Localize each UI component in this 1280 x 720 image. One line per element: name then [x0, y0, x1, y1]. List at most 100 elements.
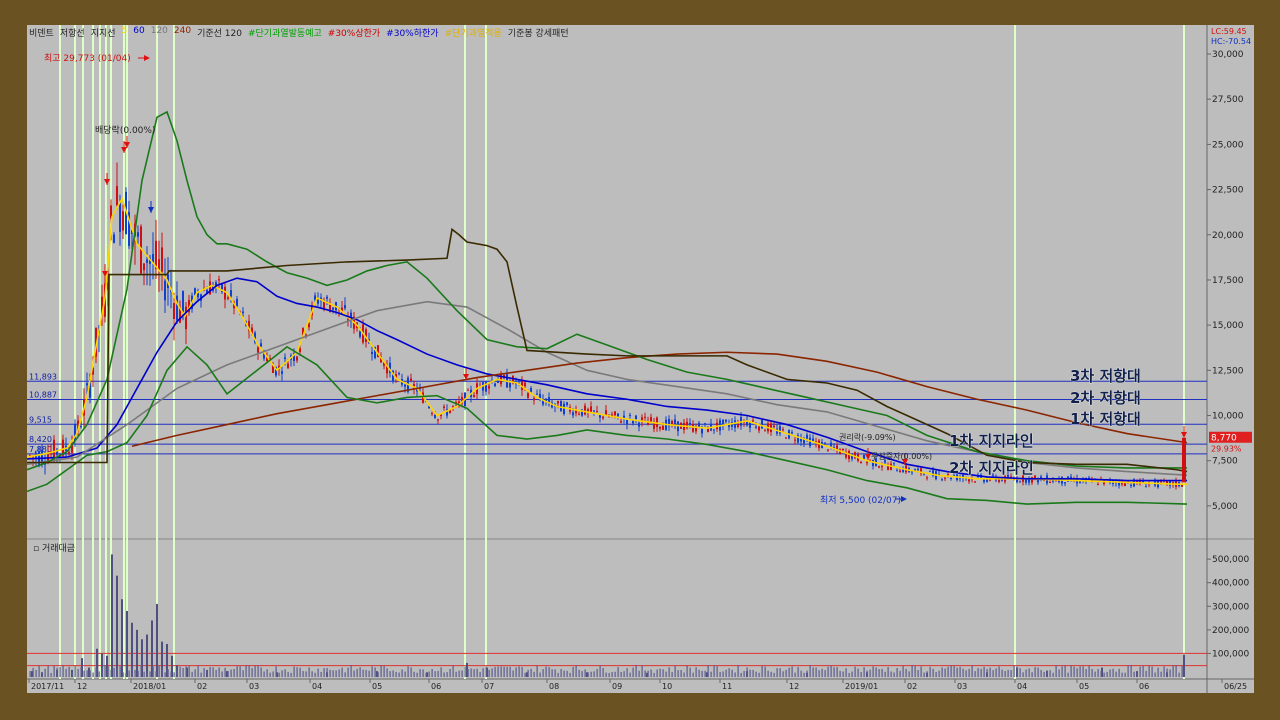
volume-bar-small — [923, 672, 925, 677]
volume-bar-small — [230, 669, 232, 677]
volume-bar-small — [791, 666, 793, 677]
legend-item-8[interactable]: #단기과열발동예고 — [248, 26, 322, 40]
y-tick-label-9: 7,500 — [1212, 457, 1238, 467]
candle-body — [830, 442, 832, 447]
candle-body — [536, 393, 538, 395]
candle-body — [260, 343, 262, 347]
volume-bar-small — [293, 666, 295, 677]
volume-bar-small — [479, 672, 481, 677]
volume-bar-small — [176, 670, 178, 677]
last-candle-body — [1182, 437, 1186, 483]
legend-item-7[interactable]: 기준선 120 — [197, 26, 242, 40]
candle-body — [620, 421, 622, 423]
volume-bar-small — [1145, 670, 1147, 677]
volume-bar-small — [41, 672, 43, 677]
candle-body — [950, 477, 952, 480]
volume-bar-small — [476, 668, 478, 677]
volume-bar-small — [1004, 671, 1006, 677]
volume-bar-small — [920, 666, 922, 677]
volume-bar-small — [521, 666, 523, 677]
volume-bar-small — [878, 669, 880, 677]
volume-bar-small — [716, 666, 718, 677]
legend-item-2[interactable]: 지지선 — [91, 26, 116, 40]
volume-bar-small — [881, 668, 883, 677]
volume-bar-small — [719, 671, 721, 677]
volume-bar-small — [662, 669, 664, 677]
candle-body — [893, 462, 895, 464]
legend-item-1[interactable]: 저항선 — [60, 26, 85, 40]
volume-bar-small — [653, 672, 655, 677]
volume-bar-small — [626, 668, 628, 677]
candle-body — [371, 351, 373, 355]
volume-bar-small — [911, 665, 913, 677]
volume-bar-18 — [156, 603, 158, 677]
volume-bar-11 — [121, 599, 123, 677]
candle-body — [176, 295, 178, 321]
volume-bar-small — [800, 670, 802, 677]
legend-item-4[interactable]: 60 — [133, 26, 144, 40]
y-tick-label-0: 30,000 — [1212, 50, 1244, 60]
volume-bar-small — [977, 668, 979, 677]
volume-bar-small — [551, 669, 553, 677]
volume-bar-small — [1013, 665, 1015, 677]
volume-bar-small — [812, 667, 814, 677]
volume-bar-small — [44, 668, 46, 677]
candle-body — [116, 186, 118, 206]
volume-bar-small — [488, 669, 490, 677]
volume-bar-small — [494, 666, 496, 677]
volume-bar-small — [1091, 668, 1093, 677]
legend-item-6[interactable]: 240 — [174, 26, 191, 40]
volume-bar-small — [764, 666, 766, 677]
vol-tick-label-0: 500,000 — [1212, 555, 1249, 565]
volume-bar-small — [872, 666, 874, 677]
volume-bar-small — [749, 669, 751, 677]
volume-bar-small — [779, 668, 781, 677]
candle-body — [1049, 481, 1051, 483]
candle-body — [614, 411, 616, 416]
volume-bar-small — [893, 672, 895, 677]
volume-bar-small — [713, 665, 715, 677]
volume-bar-small — [782, 671, 784, 677]
candle-body — [431, 413, 433, 415]
volume-bar-small — [287, 671, 289, 677]
volume-bar-small — [1025, 669, 1027, 677]
volume-bar-small — [257, 665, 259, 677]
legend-item-9[interactable]: #30%상한가 — [328, 26, 380, 40]
volume-bar-small — [392, 670, 394, 677]
volume-bar-small — [554, 669, 556, 677]
volume-bar-small — [464, 666, 466, 677]
candle-body — [119, 202, 121, 232]
candle-body — [53, 439, 55, 460]
candle-body — [998, 479, 1000, 482]
volume-label-text: 거래대금 — [41, 544, 76, 554]
volume-bar-small — [236, 666, 238, 677]
volume-bar-small — [59, 666, 61, 677]
candle-body — [785, 437, 787, 439]
legend-item-12[interactable]: 기준봉 강세패턴 — [508, 26, 569, 40]
volume-bar-small — [203, 668, 205, 677]
volume-bar-small — [560, 668, 562, 677]
volume-bar-small — [197, 665, 199, 677]
volume-bar-small — [905, 668, 907, 677]
candle-body — [989, 479, 991, 481]
legend-item-10[interactable]: #30%하한가 — [386, 26, 438, 40]
volume-bar-small — [290, 672, 292, 677]
volume-bar-small — [368, 670, 370, 677]
legend-item-11[interactable]: #단기과열적용 — [445, 26, 502, 40]
candle-body — [185, 306, 187, 330]
volume-bar-small — [608, 672, 610, 677]
volume-bar-small — [995, 668, 997, 677]
volume-bar-small — [323, 668, 325, 677]
candle-body — [1031, 477, 1033, 483]
volume-bar-small — [809, 665, 811, 677]
candle-body — [434, 414, 436, 418]
volume-bar-small — [737, 665, 739, 677]
legend-item-5[interactable]: 120 — [151, 26, 168, 40]
candle-body — [1130, 484, 1132, 486]
legend-item-0[interactable]: 비덴트 — [29, 26, 54, 40]
volume-bar-small — [1058, 669, 1060, 677]
volume-bar-small — [224, 667, 226, 677]
candle-body — [494, 383, 496, 386]
dividend-annotation: 배당락(0.00%) — [95, 124, 155, 136]
legend-item-3[interactable]: 5 — [122, 26, 128, 40]
